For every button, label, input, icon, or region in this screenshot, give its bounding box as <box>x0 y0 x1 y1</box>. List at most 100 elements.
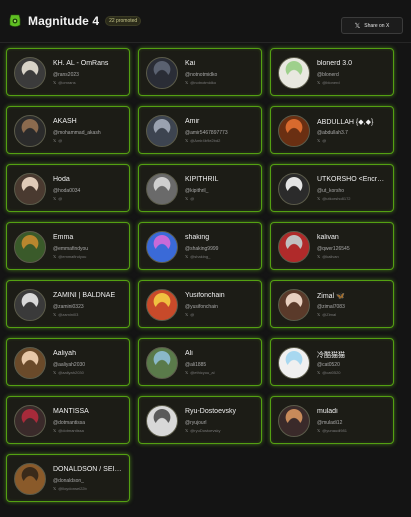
avatar <box>146 405 178 437</box>
x-handle[interactable]: 𝕏 @ethicyou_al <box>185 370 259 375</box>
x-handle[interactable]: 𝕏 @omrans <box>53 80 127 85</box>
profile-card[interactable]: blonerd 3.0 @blonerd 𝕏 @blonerd <box>270 48 394 96</box>
x-logo-icon: 𝕏 <box>317 312 321 317</box>
x-handle-text: @ryuDostoevsky <box>190 428 221 433</box>
x-handle-text: @ <box>190 196 195 201</box>
x-handle[interactable]: 𝕏 @ryuDostoevsky <box>185 428 259 433</box>
x-handle[interactable]: 𝕏 @notnotmidko <box>185 80 259 85</box>
avatar <box>146 231 178 263</box>
profile-card[interactable]: Aaliyah @aaliyah2030 𝕏 @aaliyah2030 <box>6 338 130 386</box>
x-logo-icon: 𝕏 <box>53 254 57 259</box>
avatar <box>14 57 46 89</box>
profile-handle: @mohammad_akash <box>53 130 101 136</box>
avatar <box>146 57 178 89</box>
share-on-x-label: Share on X <box>364 22 390 29</box>
profile-card[interactable]: Amir @amir5467897773 𝕏 @Amir4b9e2bd2 <box>138 106 262 154</box>
x-handle[interactable]: 𝕏 @Zimal <box>317 312 391 317</box>
profile-card[interactable]: kalivan @qwer126545 𝕏 @kalivan <box>270 222 394 270</box>
x-handle[interactable]: 𝕏 @utkorsho8172 <box>317 196 391 201</box>
profile-card[interactable]: KIPITHRIL @kipithril_ 𝕏 @ <box>138 164 262 212</box>
x-handle[interactable]: 𝕏 @ <box>53 138 127 143</box>
profile-name: Aaliyah <box>53 350 76 357</box>
x-handle-text: @ <box>322 138 327 143</box>
x-logo-icon: 𝕏 <box>185 138 189 143</box>
x-handle[interactable]: 𝕏 @zamini03 <box>53 312 127 317</box>
avatar <box>278 231 310 263</box>
x-logo-icon: 𝕏 <box>185 428 189 433</box>
x-logo-icon: 𝕏 <box>53 428 57 433</box>
x-handle[interactable]: 𝕏 @ <box>185 196 259 201</box>
profile-card[interactable]: Ali @ali1885 𝕏 @ethicyou_al <box>138 338 262 386</box>
profile-card[interactable]: 冷酷猫猫 @cat0520 𝕏 @cat0520 <box>270 338 394 386</box>
profile-card[interactable]: Yusifonchain @yusifonchain 𝕏 @ <box>138 280 262 328</box>
x-handle[interactable]: 𝕏 @blonerd <box>317 80 391 85</box>
profile-handle: @rans2023 <box>53 72 79 78</box>
profile-card[interactable]: ABDULLAH {◆,◆} @abdullah3.7 𝕏 @ <box>270 106 394 154</box>
profile-name: KH. AL - OmRans <box>53 60 109 67</box>
x-handle[interactable]: 𝕏 @shaking_ <box>185 254 259 259</box>
x-handle[interactable]: 𝕏 @lloydonsei22b <box>53 486 127 491</box>
profile-card[interactable]: shaking @shaking9999 𝕏 @shaking_ <box>138 222 262 270</box>
profile-handle: @amir5467897773 <box>185 130 228 136</box>
avatar <box>14 173 46 205</box>
x-handle[interactable]: 𝕏 @dotmantissa <box>53 428 127 433</box>
x-logo-icon: 𝕏 <box>53 370 57 375</box>
x-handle-text: @utkorsho8172 <box>322 196 351 201</box>
profile-name: UTKORSHO <Encr… <box>317 176 385 183</box>
profile-handle: @hoda0034 <box>53 188 81 194</box>
profile-card[interactable]: MANTISSA @dotmantissa 𝕏 @dotmantissa <box>6 396 130 444</box>
profile-card[interactable]: KH. AL - OmRans @rans2023 𝕏 @omrans <box>6 48 130 96</box>
x-handle[interactable]: 𝕏 @emmafindyou <box>53 254 127 259</box>
avatar <box>278 347 310 379</box>
profile-card[interactable]: Ryu-Dostoevsky @ryujourl 𝕏 @ryuDostoevsky <box>138 396 262 444</box>
share-on-x-button[interactable]: 𝕏 Share on X <box>341 17 403 34</box>
x-handle[interactable]: 𝕏 @kalivan <box>317 254 391 259</box>
x-handle[interactable]: 𝕏 @aaliyah2030 <box>53 370 127 375</box>
avatar <box>278 405 310 437</box>
profile-card[interactable]: AKASH @mohammad_akash 𝕏 @ <box>6 106 130 154</box>
avatar <box>278 173 310 205</box>
profile-card[interactable]: Hoda @hoda0034 𝕏 @ <box>6 164 130 212</box>
profile-name: Zimal 🦋 <box>317 293 345 300</box>
x-handle[interactable]: 𝕏 @Amir4b9e2bd2 <box>185 138 259 143</box>
profile-name: 冷酷猫猫 <box>317 352 345 359</box>
x-handle-text: @ <box>58 138 63 143</box>
profile-name: Amir <box>185 118 200 125</box>
x-logo-icon: 𝕏 <box>317 370 321 375</box>
profile-name: Ali <box>185 350 193 357</box>
profile-card[interactable]: muladi @muladi12 𝕏 @yunaudi981 <box>270 396 394 444</box>
x-handle-text: @blonerd <box>322 80 340 85</box>
x-handle-text: @kalivan <box>322 254 339 259</box>
profile-card[interactable]: Zimal 🦋 @zimal7083 𝕏 @Zimal <box>270 280 394 328</box>
profile-name: Ryu-Dostoevsky <box>185 408 236 415</box>
profile-handle: @zimal7083 <box>317 304 345 310</box>
profile-card[interactable]: Emma @emmafindyou 𝕏 @emmafindyou <box>6 222 130 270</box>
x-handle[interactable]: 𝕏 @ <box>53 196 127 201</box>
profile-handle: @emmafindyou <box>53 246 89 252</box>
avatar <box>14 405 46 437</box>
page-title: Magnitude 4 <box>28 14 100 28</box>
x-handle[interactable]: 𝕏 @yunaudi981 <box>317 428 391 433</box>
x-logo-icon: 𝕏 <box>317 428 321 433</box>
x-logo-icon: 𝕏 <box>185 370 189 375</box>
x-handle-text: @omrans <box>58 80 76 85</box>
x-logo-icon: 𝕏 <box>53 80 57 85</box>
profile-card[interactable]: Kai @notnotmidko 𝕏 @notnotmidko <box>138 48 262 96</box>
profile-handle: @donaldson_ <box>53 478 84 484</box>
x-handle[interactable]: 𝕏 @cat0520 <box>317 370 391 375</box>
avatar <box>278 57 310 89</box>
profile-handle: @abdullah3.7 <box>317 130 348 136</box>
profile-card[interactable]: DONALDSON / SEI… @donaldson_ 𝕏 @lloydonsei2… <box>6 454 130 502</box>
profile-name: shaking <box>185 234 210 241</box>
profile-card[interactable]: ZAMINI | BALDNAE @zamini0323 𝕏 @zamini03 <box>6 280 130 328</box>
avatar <box>146 347 178 379</box>
profile-name: AKASH <box>53 118 77 125</box>
x-logo-icon: 𝕏 <box>185 254 189 259</box>
x-handle[interactable]: 𝕏 @ <box>185 312 259 317</box>
profile-name: Emma <box>53 234 74 241</box>
profile-handle: @aaliyah2030 <box>53 362 86 368</box>
x-handle-text: @ <box>190 312 195 317</box>
x-handle[interactable]: 𝕏 @ <box>317 138 391 143</box>
profile-card[interactable]: UTKORSHO <Encr… @ut_korsho 𝕏 @utkorsho8172 <box>270 164 394 212</box>
profile-handle: @ali1885 <box>185 362 207 368</box>
